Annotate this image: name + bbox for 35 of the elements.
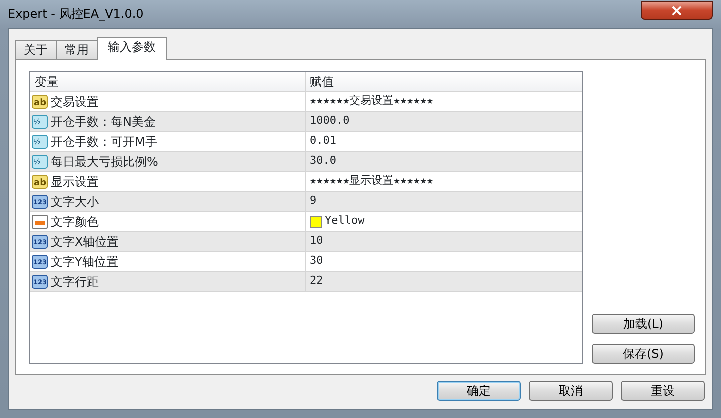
- tab[interactable]: 常用: [56, 40, 98, 59]
- parameter-name: 开仓手数：每N美金: [51, 114, 156, 130]
- tab[interactable]: 输入参数: [97, 37, 167, 60]
- dialog-button[interactable]: 取消: [529, 381, 613, 401]
- parameter-name: 文字Y轴位置: [51, 254, 118, 270]
- parameter-name: 开仓手数：可开M手: [51, 134, 158, 150]
- parameter-name: 文字颜色: [51, 214, 99, 230]
- column-header: 变量: [35, 74, 59, 90]
- parameter-value[interactable]: Yellow: [325, 213, 365, 230]
- close-button[interactable]: ×: [641, 0, 713, 20]
- parameter-value[interactable]: 0.01: [310, 133, 336, 150]
- color-type-icon: [32, 214, 48, 230]
- parameter-name: 文字行距: [51, 274, 99, 290]
- parameter-name: 每日最大亏损比例%: [51, 154, 158, 170]
- column-header: 赋值: [310, 74, 334, 90]
- parameter-name: 文字大小: [51, 194, 99, 210]
- text-type-icon: ab: [32, 174, 48, 190]
- parameter-name: 交易设置: [51, 94, 99, 110]
- text-type-icon: ab: [32, 94, 48, 110]
- parameter-value[interactable]: 30.0: [310, 153, 336, 170]
- window-title: Expert - 风控EA_V1.0.0: [8, 6, 144, 23]
- parameter-value[interactable]: 30: [310, 253, 324, 270]
- dialog-button[interactable]: 加载(L): [592, 314, 695, 334]
- parameter-value[interactable]: 22: [310, 273, 324, 290]
- parameter-name: 显示设置: [51, 174, 99, 190]
- parameter-name: 文字X轴位置: [51, 234, 120, 250]
- parameter-value[interactable]: 9: [310, 193, 317, 210]
- dialog-button[interactable]: 保存(S): [592, 344, 695, 364]
- parameter-value[interactable]: 1000.0: [310, 113, 350, 130]
- tab[interactable]: 关于: [15, 40, 57, 59]
- parameter-value[interactable]: ★★★★★★交易设置★★★★★★: [310, 93, 434, 110]
- parameter-value[interactable]: ★★★★★★显示设置★★★★★★: [310, 173, 434, 190]
- dialog-button[interactable]: 确定: [437, 381, 521, 401]
- dialog-button[interactable]: 重设: [621, 381, 705, 401]
- parameter-value[interactable]: 10: [310, 233, 324, 250]
